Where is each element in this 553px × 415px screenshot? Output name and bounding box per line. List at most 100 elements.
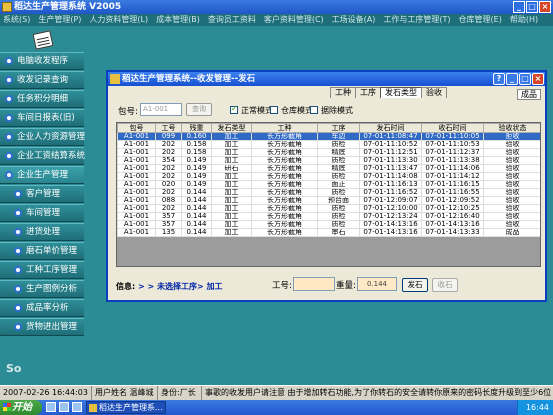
maximize-button[interactable]: □ [526,1,538,13]
sidebar-item[interactable]: 客户管理 [0,185,84,203]
column-header[interactable]: 收石时间 [421,123,484,133]
help-button[interactable]: ? [493,73,505,85]
column-header[interactable]: 发石类型 [211,123,252,133]
table-row[interactable]: A1-001 354 0.149 加工 长方形截角 质检 07-01-11:13:30 07-… [117,156,540,165]
sidebar-item[interactable]: 企业工资结算系统 [0,147,85,165]
warehouse-mode-checkbox[interactable] [270,106,278,114]
taskbar-app-item[interactable]: 稻达生产管理系... [86,401,166,414]
table-cell: 加工 [211,140,252,149]
start-button[interactable]: 开始 [0,400,42,415]
table-row[interactable]: A1-001 357 0.144 加工 长方形截角 质检 07-01-12:13:24 07-… [117,212,540,221]
table-cell: A1-001 [117,140,156,149]
bullet-icon [14,266,22,274]
table-cell: 0.149 [181,164,212,173]
tab[interactable]: 工序 [355,87,381,98]
bag-input[interactable]: A1-001 [140,103,182,116]
menu-item[interactable]: 人力资料管理(L) [88,14,149,26]
menu-item[interactable]: 工场设备(A) [331,14,377,26]
dialog-close-button[interactable]: × [532,73,544,85]
table-cell: 07-01-11:14:12 [421,172,484,181]
brand-logo: So [6,362,22,375]
table-row[interactable]: A1-001 202 0.158 加工 长方形截角 质检 07-01-11:10:52 07-… [117,140,540,149]
table-cell: 07-01-11:13:30 [359,156,422,165]
table-row[interactable]: A1-001 202 0.144 加工 长方形截角 质检 07-01-11:16:52 07-… [117,188,540,197]
sidebar-item[interactable]: 磨石单价管理 [0,242,84,260]
main-window: 稻达生产管理系统 V2005 _ □ × 系统(S) 生产管理(P) 人力资料管理(… [0,0,553,400]
table-cell: 长方形截角 [251,172,318,181]
table-cell: 0.149 [181,172,212,181]
worker-input[interactable] [293,277,335,291]
sidebar-item[interactable]: 企业人力资源管理 [0,128,85,146]
table-cell: 研石 [211,164,252,173]
column-header[interactable]: 残重 [181,123,212,133]
send-stone-button[interactable]: 发石 [402,278,428,292]
tab[interactable]: 工种 [330,87,356,98]
table-cell: 质检 [317,204,360,213]
menu-item[interactable]: 工作与工序管理(T) [382,14,451,26]
menu-item[interactable]: 客户资料管理(C) [263,14,325,26]
media-icon[interactable] [72,402,82,412]
sidebar-item[interactable]: 生产图例分析 [0,280,84,298]
dialog-maximize-button[interactable]: □ [519,73,531,85]
table-cell: 长方形截角 [251,156,318,165]
table-cell: 0.144 [181,196,212,205]
menu-item[interactable]: 帮助(H) [509,14,539,26]
menu-item[interactable]: 仓库管理(E) [458,14,503,26]
normal-mode-checkbox[interactable] [230,104,238,114]
table-cell: 07-01-14:13:16 [359,220,422,229]
table-row[interactable]: A1-001 202 0.144 加工 长方形截角 质检 07-01-12:10:00 07-… [117,204,540,213]
table-cell: 07-01-12:16:40 [421,212,484,221]
tab[interactable]: 发石类型 [380,87,422,98]
column-header[interactable]: 工号 [155,123,182,133]
table-row[interactable]: A1-001 202 0.149 研石 长方形截角 精底 07-01-11:13:47 07-… [117,164,540,173]
menu-item[interactable]: 成本管理(B) [155,14,201,26]
tab-finished[interactable]: 成品 [517,89,541,100]
query-button[interactable]: 查询 [186,103,212,116]
column-header[interactable]: 发石时间 [359,123,422,133]
status-bar: 2007-02-26 16:44:03 星期一 用户姓名 温峰城 身份:厂长 事… [0,385,553,400]
table-cell: 质检 [317,212,360,221]
sidebar-item[interactable]: 成品率分析 [0,299,84,317]
tab[interactable]: 验收 [421,87,447,98]
sidebar-item-label: 收发记录查询 [17,75,69,85]
minimize-button[interactable]: _ [513,1,525,13]
table-row[interactable]: A1-001 202 0.149 加工 长方形截角 质检 07-01-11:14:08 07-… [117,172,540,181]
column-header[interactable]: 验收状态 [483,123,540,133]
sidebar-item[interactable]: 工种工序管理 [0,261,84,279]
exclude-mode-checkbox[interactable] [310,106,318,114]
column-header[interactable]: 工序 [317,123,360,133]
sidebar-item[interactable]: 收发记录查询 [0,71,84,89]
table-row[interactable]: A1-001 020 0.149 加工 长方形截角 面正 07-01-11:16:13 07-… [117,180,540,189]
sidebar-item-label: 客户管理 [26,189,61,199]
sidebar-item[interactable]: 车间日报表(旧) [0,109,84,127]
desktop-icon[interactable] [46,402,56,412]
sidebar-item[interactable]: 电脑收发程序 [0,52,84,70]
menu-item[interactable]: 系统(S) [2,14,31,26]
table-cell: 验收 [483,212,540,221]
close-button[interactable]: × [539,1,551,13]
table-row[interactable]: A1-001 357 0.144 加工 长方形截角 质检 07-01-14:13:16 07-… [117,220,540,229]
table-cell: 0.144 [181,220,212,229]
receive-stone-button[interactable]: 收石 [432,278,458,292]
table-cell: 202 [155,172,182,181]
sidebar-item-label: 企业生产管理 [17,170,69,180]
table-row[interactable]: A1-001 202 0.158 加工 长方形截角 精底 07-01-11:12:51 07-… [117,148,540,157]
menu-item[interactable]: 查询员工资料 [207,14,257,26]
sidebar-item[interactable]: 货物进出管理 [0,318,84,336]
sidebar-item[interactable]: 企业生产管理 [0,166,84,184]
table-row[interactable]: A1-001 135 0.144 加工 长方形截角 审石 07-01-14:13:16 07-… [117,228,540,237]
menu-item[interactable]: 生产管理(P) [37,14,82,26]
table-row[interactable]: A1-001 099 0.160 加工 长方形截角 车边 07-01-11:08:47 07-… [117,132,540,141]
sidebar-item[interactable]: 进货处理 [0,223,84,241]
dialog-minimize-button[interactable]: _ [506,73,518,85]
column-header[interactable]: 包号 [117,123,156,133]
sidebar-item[interactable]: 任务积分明细 [0,90,84,108]
browser-icon[interactable] [59,402,69,412]
weight-input[interactable]: 0.144 [357,277,397,291]
sidebar-item[interactable]: 车间管理 [0,204,84,222]
table-row[interactable]: A1-001 088 0.144 加工 长方形截角 预台面 07-01-12:09:07 07… [117,196,540,205]
sidebar-item-label: 工种工序管理 [26,265,78,275]
table-cell: 预台面 [317,196,360,205]
column-header[interactable]: 工种 [251,123,318,133]
table-cell: 加工 [211,220,252,229]
